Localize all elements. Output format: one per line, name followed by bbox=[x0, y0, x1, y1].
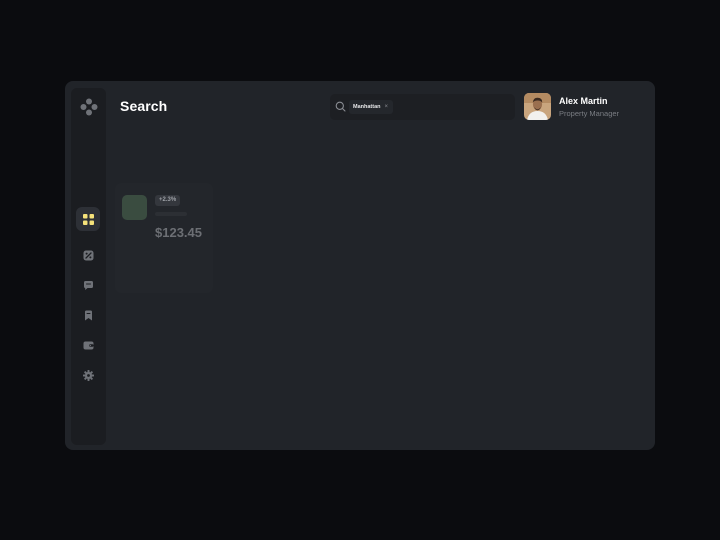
avatar[interactable] bbox=[524, 93, 551, 120]
sidebar-item-wallet[interactable] bbox=[76, 333, 100, 357]
search-input[interactable] bbox=[416, 99, 512, 117]
stat-value: $123.45 bbox=[155, 225, 202, 240]
logo-icon bbox=[80, 98, 98, 116]
message-icon bbox=[83, 280, 93, 290]
stat-icon bbox=[122, 195, 147, 220]
dashboard-grid-icon bbox=[82, 213, 94, 225]
chart-card-icon bbox=[83, 250, 93, 260]
chip-label: Manhattan bbox=[353, 104, 381, 110]
stat-card[interactable]: +2.3% $123.45 bbox=[115, 183, 213, 293]
user-role: Property Manager bbox=[559, 109, 620, 118]
sidebar-item-dashboard[interactable] bbox=[76, 207, 100, 231]
bookmark-icon bbox=[84, 310, 92, 320]
search-filter-chip[interactable]: Manhattan × bbox=[349, 100, 394, 114]
user-photo bbox=[524, 93, 551, 120]
change-badge: +2.3% bbox=[155, 195, 181, 206]
search-bar[interactable]: Manhattan × bbox=[330, 94, 515, 120]
stat-subtitle-placeholder bbox=[155, 212, 187, 216]
close-icon[interactable]: × bbox=[385, 104, 389, 110]
sidebar-item-settings[interactable] bbox=[76, 363, 100, 387]
search-icon bbox=[335, 101, 346, 112]
sidebar-item-messages[interactable] bbox=[76, 273, 100, 297]
sidebar-item-analytics[interactable] bbox=[76, 243, 100, 267]
wallet-icon bbox=[83, 341, 93, 349]
page-title: Search bbox=[120, 98, 168, 114]
sidebar-item-saved[interactable] bbox=[76, 303, 100, 327]
sidebar bbox=[71, 88, 106, 445]
user-name: Alex Martin bbox=[559, 96, 608, 106]
app-window: Search Manhattan × Alex Martin Property … bbox=[65, 81, 655, 450]
settings-gear-icon bbox=[82, 369, 94, 381]
